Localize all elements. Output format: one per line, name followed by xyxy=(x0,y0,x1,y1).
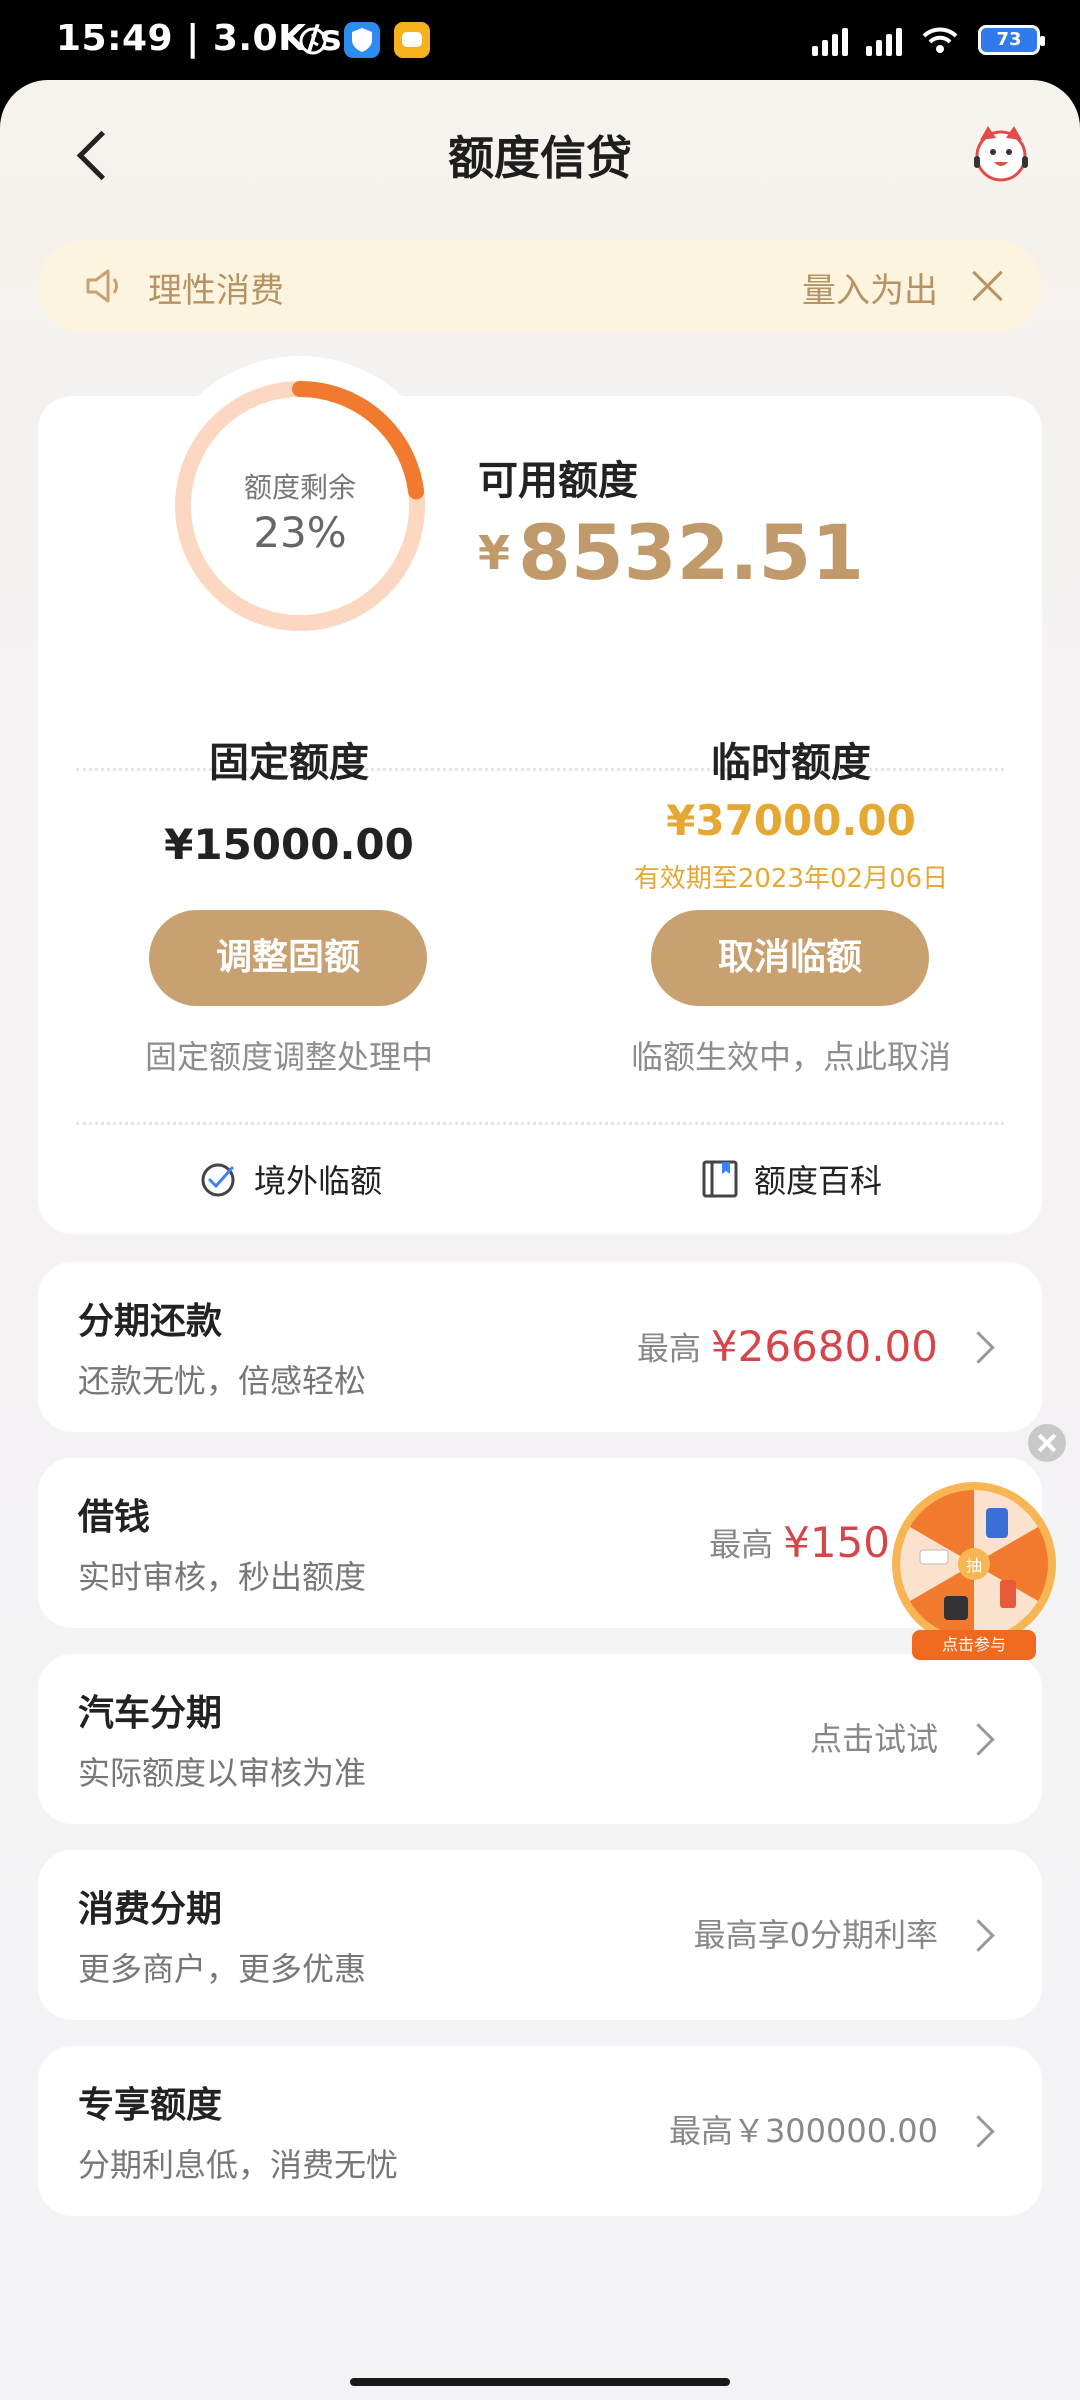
overseas-temp-link[interactable]: 境外临额 xyxy=(198,1154,382,1204)
row-title: 分期还款 xyxy=(78,1301,223,1342)
list-item[interactable]: 专享额度 分期利息低，消费无忧 最高￥300000.00 xyxy=(38,2046,1042,2216)
ring-value: 23% xyxy=(253,508,347,557)
row-right: 最高￥300000.00 xyxy=(668,2112,938,2150)
chevron-right-icon xyxy=(962,2115,995,2148)
quota-card: 额度剩余 23% 可用额度 ¥8532.51 固定额度 ¥15000.00 调整… xyxy=(38,356,1042,1234)
quota-encyclopedia-link[interactable]: 额度百科 xyxy=(700,1154,882,1204)
wifi-icon xyxy=(922,27,958,53)
fixed-quota-status: 固定额度调整处理中 xyxy=(144,1038,433,1076)
row-amount: ¥26680.00 xyxy=(710,1322,938,1371)
temp-quota-title: 临时额度 xyxy=(711,740,871,786)
quota-encyclopedia-label: 额度百科 xyxy=(754,1162,883,1200)
status-right-icons: 73 xyxy=(812,24,1045,56)
row-subtitle: 更多商户，更多优惠 xyxy=(78,1950,367,1988)
divider xyxy=(76,1122,1004,1125)
cancel-temp-button[interactable]: 取消临额 xyxy=(651,910,929,1006)
speaker-icon xyxy=(86,269,118,303)
temp-quota-validity: 有效期至2023年02月06日 xyxy=(633,864,949,894)
temp-quota-status[interactable]: 临额生效中，点此取消 xyxy=(540,1032,1042,1078)
alarm-icon xyxy=(299,27,327,55)
row-right: 最高 ¥26680.00 xyxy=(636,1322,938,1371)
status-time: 15:49 xyxy=(56,18,174,59)
row-title: 汽车分期 xyxy=(78,1693,223,1734)
quota-ring: 额度剩余 23% xyxy=(150,356,450,656)
fixed-quota-amount: ¥15000.00 xyxy=(164,820,414,869)
battery-icon: 73 xyxy=(978,25,1045,55)
row-right: 点击试试 xyxy=(809,1720,938,1758)
mascot-icon[interactable] xyxy=(968,120,1034,186)
nav-bar: 额度信贷 xyxy=(0,80,1080,230)
close-icon[interactable] xyxy=(964,262,1012,310)
chevron-right-icon xyxy=(962,1331,995,1364)
row-title: 消费分期 xyxy=(78,1889,223,1930)
ring-chart xyxy=(175,381,425,631)
float-close-icon[interactable] xyxy=(1028,1424,1066,1462)
wheel-cta[interactable]: 点击参与 xyxy=(912,1630,1036,1660)
row-subtitle: 分期利息低，消费无忧 xyxy=(78,2146,399,2184)
list-item[interactable]: 分期还款 还款无忧，倍感轻松 最高 ¥26680.00 xyxy=(38,1262,1042,1432)
available-amount-value: 8532.51 xyxy=(518,508,865,597)
adjust-fixed-button[interactable]: 调整固额 xyxy=(149,910,427,1006)
signal-icon xyxy=(812,24,848,56)
row-amount: ¥150 xyxy=(783,1518,890,1567)
wheel-center-label: 抽 xyxy=(966,1556,982,1575)
row-subtitle: 还款无忧，倍感轻松 xyxy=(78,1362,367,1400)
row-right: 最高 ¥150 xyxy=(709,1518,890,1567)
app-screen: 额度信贷 理性消费 量入为出 额度剩余 23% 可用额度 ¥ 8532.51 固… xyxy=(0,80,1080,2400)
list-item[interactable]: 汽车分期 实际额度以审核为准 点击试试 xyxy=(38,1654,1042,1824)
row-title: 借钱 xyxy=(78,1497,151,1538)
globe-plane-icon xyxy=(201,1163,235,1197)
ring-label: 额度剩余 xyxy=(243,471,356,504)
notice-bar: 理性消费 量入为出 xyxy=(38,240,1042,332)
chevron-right-icon xyxy=(962,1723,995,1756)
available-amount: ¥8532.51 xyxy=(478,508,864,597)
row-subtitle: 实时审核，秒出额度 xyxy=(78,1558,367,1596)
row-right: 最高享0分期利率 xyxy=(693,1916,938,1954)
home-indicator[interactable] xyxy=(350,2378,730,2386)
available-label: 可用额度 xyxy=(478,458,638,504)
currency-symbol: ¥ xyxy=(478,525,511,580)
row-subtitle: 实际额度以审核为准 xyxy=(78,1754,367,1792)
overseas-temp-label: 境外临额 xyxy=(254,1162,383,1200)
notice-left-text: 理性消费 xyxy=(148,271,284,311)
shield-app-icon xyxy=(344,22,380,58)
status-app-icons xyxy=(296,22,430,58)
notice-right-text: 量入为出 xyxy=(802,271,938,311)
lottery-wheel-widget[interactable]: 抽 点击参与 xyxy=(886,1480,1062,1666)
signal-icon xyxy=(866,24,902,56)
temp-quota-amount: ¥37000.00 xyxy=(666,796,916,845)
row-title: 专享额度 xyxy=(78,2085,223,2126)
chat-app-icon xyxy=(394,22,430,58)
book-icon xyxy=(702,1160,738,1198)
list-item[interactable]: 消费分期 更多商户，更多优惠 最高享0分期利率 xyxy=(38,1850,1042,2020)
page-title: 额度信贷 xyxy=(448,131,632,185)
status-bar: 15:49 | 3.0K/s 73 xyxy=(0,0,1080,80)
chevron-right-icon xyxy=(962,1919,995,1952)
fixed-quota-title: 固定额度 xyxy=(209,740,369,786)
